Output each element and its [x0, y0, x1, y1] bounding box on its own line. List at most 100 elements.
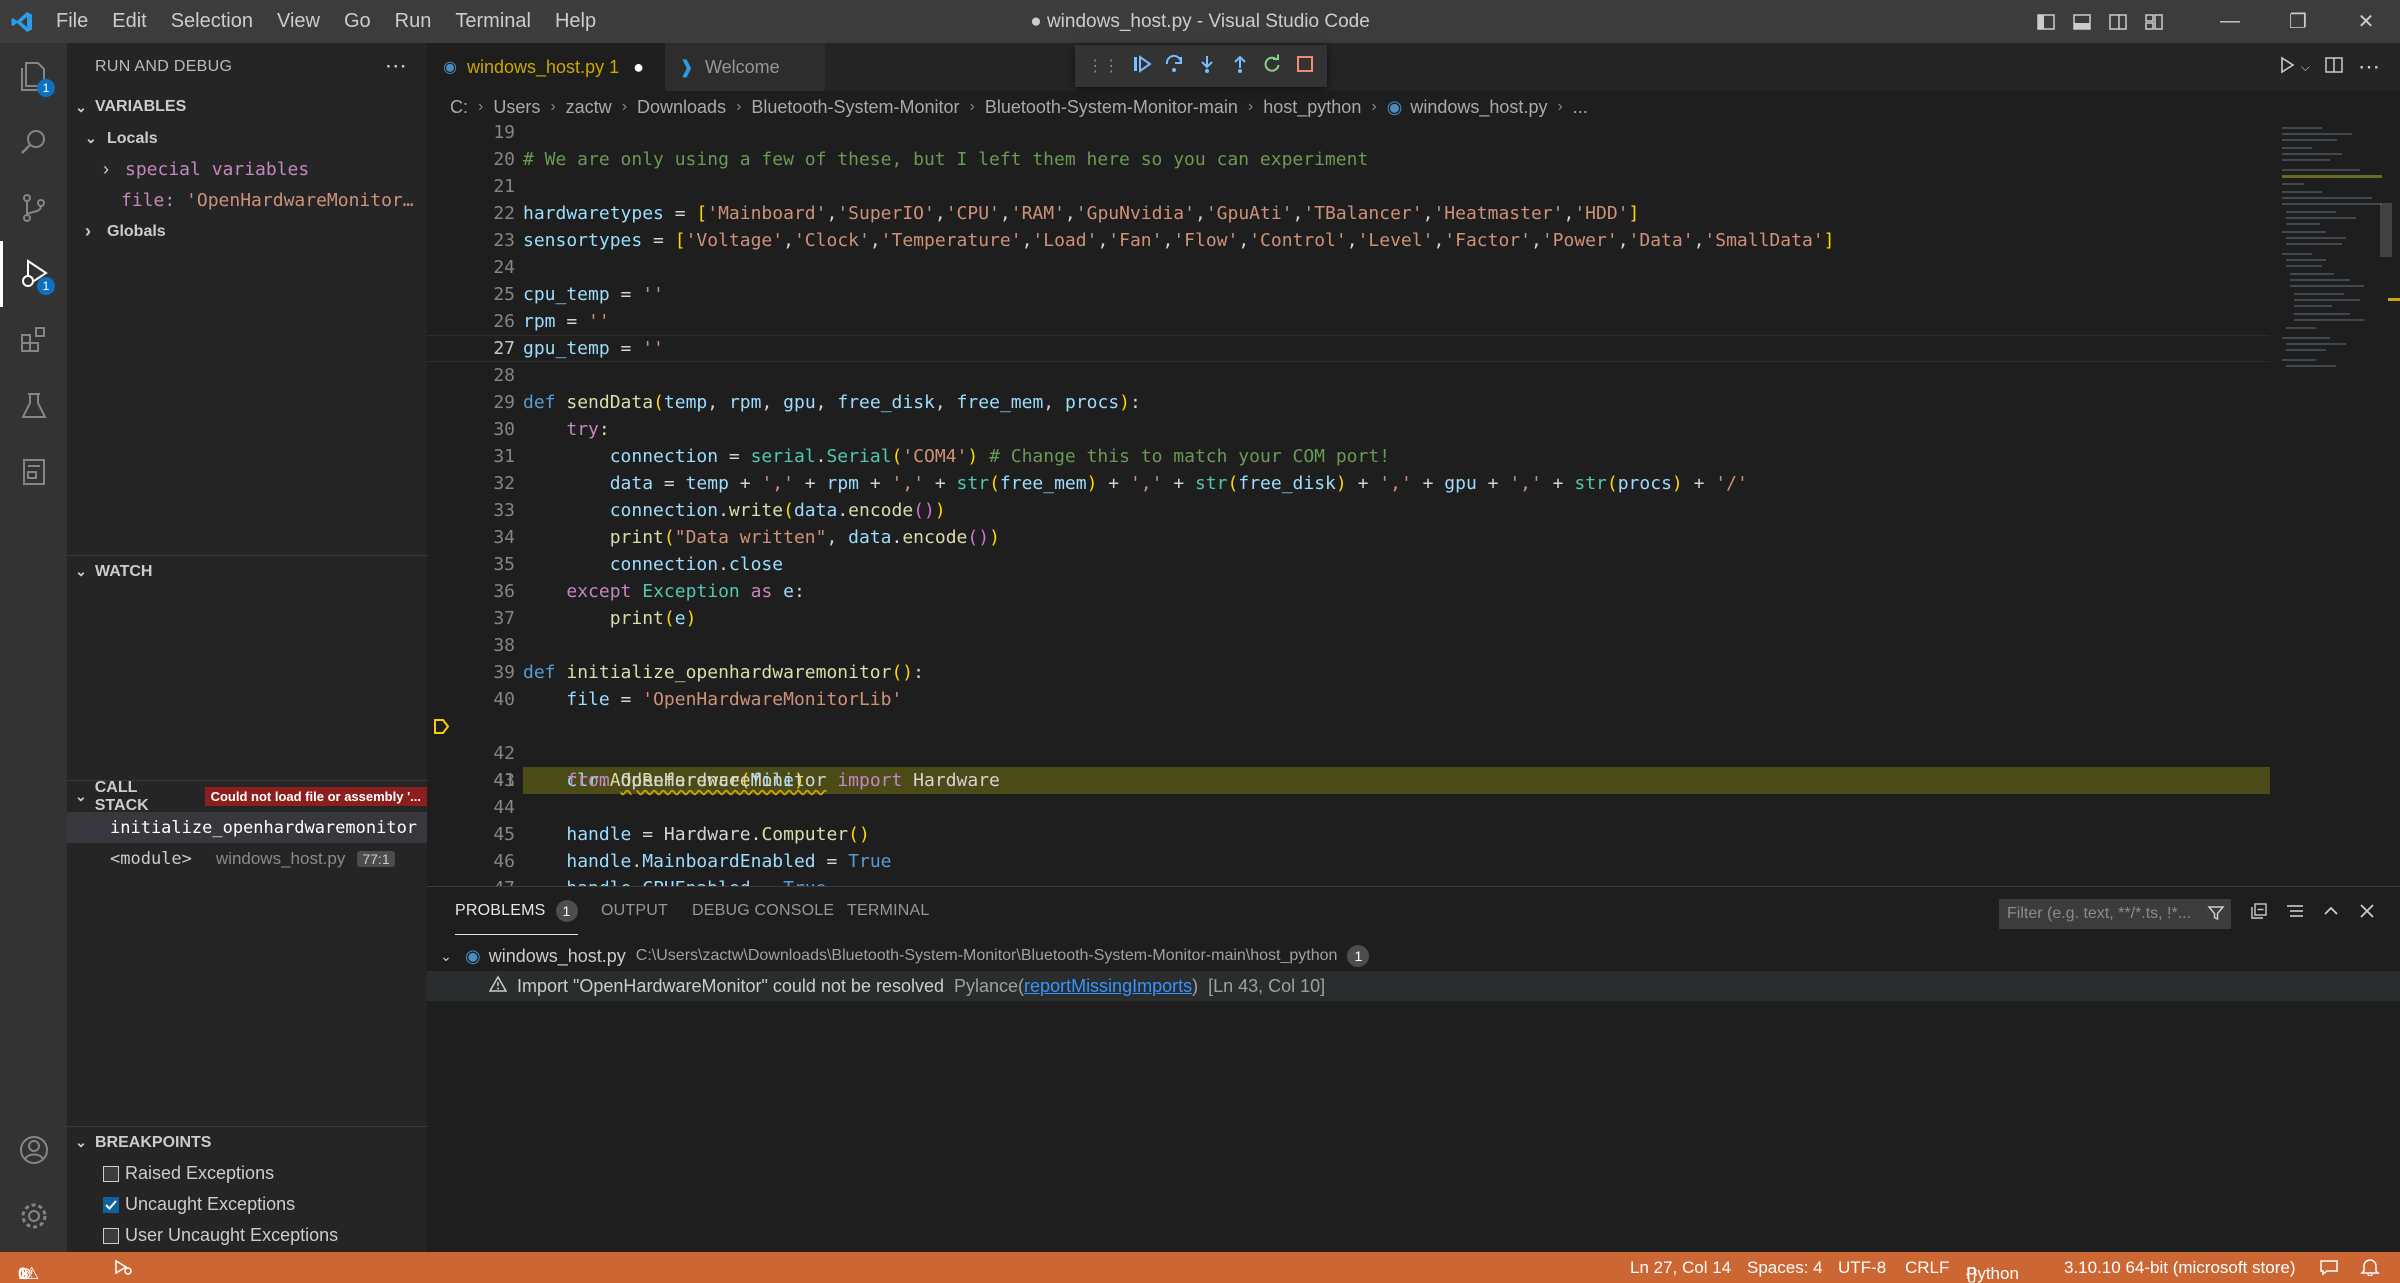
- breadcrumb-item[interactable]: C:: [450, 97, 468, 118]
- run-file-icon[interactable]: [2277, 55, 2297, 80]
- minimap[interactable]: [2270, 123, 2400, 886]
- tab-terminal[interactable]: TERMINAL: [847, 887, 930, 935]
- maximize-panel-icon[interactable]: [2321, 901, 2341, 926]
- problems-filter-input[interactable]: Filter (e.g. text, **/*.ts, !*...: [1999, 899, 2231, 929]
- chevron-down-icon: ⌄: [75, 98, 87, 115]
- menu-help[interactable]: Help: [543, 10, 608, 33]
- problems-file-row[interactable]: ⌄ ◉ windows_host.py C:\Users\zactw\Downl…: [427, 941, 2400, 971]
- restart-icon[interactable]: [1262, 54, 1282, 79]
- accounts-icon[interactable]: [0, 1117, 67, 1183]
- code-line: 47 handle.CPUEnabled = True: [427, 875, 2270, 886]
- tab-output[interactable]: OUTPUT: [601, 887, 668, 935]
- run-and-debug-icon[interactable]: 1: [0, 241, 67, 307]
- toggle-panel-icon[interactable]: [2064, 0, 2100, 43]
- tab-welcome[interactable]: ❱ Welcome: [665, 43, 825, 91]
- variable-file[interactable]: file: 'OpenHardwareMonitorLib': [67, 185, 422, 216]
- stop-icon[interactable]: [1295, 54, 1315, 79]
- problem-code-link[interactable]: reportMissingImports: [1024, 976, 1192, 997]
- split-editor-icon[interactable]: [2324, 55, 2344, 80]
- breakpoints-section-header[interactable]: ⌄ BREAKPOINTS: [67, 1126, 427, 1158]
- breadcrumb-item[interactable]: ...: [1573, 97, 1588, 118]
- search-icon[interactable]: [0, 109, 67, 175]
- more-actions-icon[interactable]: ⋯: [2358, 54, 2380, 80]
- breakpoints-title: BREAKPOINTS: [95, 1133, 212, 1151]
- menu-run[interactable]: Run: [383, 10, 444, 33]
- testing-icon[interactable]: [0, 373, 67, 439]
- breadcrumb-item[interactable]: Users: [493, 97, 540, 118]
- debug-badge: 1: [37, 277, 55, 295]
- call-stack-frame[interactable]: <module> windows_host.py 77:1: [67, 843, 427, 874]
- chevron-right-icon: ›: [736, 98, 742, 115]
- debug-toolbar: ⋮⋮: [1075, 45, 1327, 87]
- call-stack-frame[interactable]: initialize_openhardwaremonitor: [67, 812, 427, 843]
- chevron-down-icon[interactable]: ⌵: [2301, 60, 2310, 75]
- problem-row[interactable]: Import "OpenHardwareMonitor" could not b…: [427, 971, 2400, 1001]
- notifications-bell-icon[interactable]: [2360, 1258, 2380, 1281]
- view-as-tree-icon[interactable]: [2285, 901, 2305, 926]
- code-line-current: 27 gpu_temp = '': [427, 335, 2270, 362]
- code-line: 33 connection.write(data.encode()): [427, 497, 2270, 524]
- more-actions-icon[interactable]: ⋯: [385, 53, 407, 79]
- line-number: 35: [493, 554, 515, 575]
- collapse-all-icon[interactable]: [2249, 901, 2269, 926]
- breakpoint-uncaught-exceptions[interactable]: Uncaught Exceptions: [67, 1189, 427, 1220]
- breakpoint-raised-exceptions[interactable]: Raised Exceptions: [67, 1158, 427, 1189]
- continue-icon[interactable]: [1132, 54, 1152, 79]
- menu-terminal[interactable]: Terminal: [443, 10, 543, 33]
- feedback-icon[interactable]: [2318, 1258, 2340, 1281]
- step-out-icon[interactable]: [1230, 54, 1250, 79]
- breadcrumb-item[interactable]: Bluetooth-System-Monitor-main: [985, 97, 1238, 118]
- debug-status-icon[interactable]: [112, 1258, 134, 1281]
- remote-explorer-icon[interactable]: [0, 439, 67, 505]
- menu-view[interactable]: View: [265, 10, 332, 33]
- minimize-window-button[interactable]: —: [2196, 0, 2264, 43]
- code-editor[interactable]: 19 20 # We are only using a few of these,…: [427, 123, 2270, 886]
- extensions-icon[interactable]: [0, 307, 67, 373]
- special-variables-item[interactable]: › special variables: [67, 154, 427, 185]
- checkbox[interactable]: [103, 1165, 119, 1182]
- encoding[interactable]: UTF-8: [1838, 1258, 1886, 1278]
- tab-problems[interactable]: PROBLEMS 1: [455, 887, 578, 935]
- manage-gear-icon[interactable]: [0, 1183, 67, 1249]
- globals-scope[interactable]: › Globals: [67, 216, 427, 247]
- customize-layout-icon[interactable]: [2136, 0, 2172, 43]
- breakpoint-user-uncaught-exceptions[interactable]: User Uncaught Exceptions: [67, 1220, 427, 1251]
- indentation[interactable]: Spaces: 4: [1747, 1258, 1823, 1278]
- end-of-line[interactable]: CRLF: [1905, 1258, 1949, 1278]
- menu-selection[interactable]: Selection: [159, 10, 265, 33]
- menu-go[interactable]: Go: [332, 10, 383, 33]
- line-number: 39: [493, 662, 515, 683]
- step-into-icon[interactable]: [1197, 54, 1217, 79]
- breadcrumb-item[interactable]: Bluetooth-System-Monitor: [751, 97, 959, 118]
- tab-windows-host[interactable]: ◉ windows_host.py 1 ●: [427, 43, 665, 91]
- close-panel-icon[interactable]: [2357, 901, 2377, 926]
- code-line: 36 except Exception as e:: [427, 578, 2270, 605]
- checkbox[interactable]: [103, 1227, 119, 1244]
- toggle-secondary-sidebar-icon[interactable]: [2100, 0, 2136, 43]
- breadcrumb-item[interactable]: Downloads: [637, 97, 726, 118]
- cursor-position[interactable]: Ln 27, Col 14: [1630, 1258, 1731, 1278]
- call-stack-section-header[interactable]: ⌄ CALL STACK Could not load file or asse…: [67, 779, 427, 814]
- menu-file[interactable]: File: [44, 10, 100, 33]
- breadcrumb-item[interactable]: zactw: [566, 97, 612, 118]
- filter-icon[interactable]: [2207, 904, 2225, 927]
- watch-section-header[interactable]: ⌄ WATCH: [67, 555, 427, 587]
- problem-file-name: windows_host.py: [488, 945, 626, 966]
- variables-section-header[interactable]: ⌄ VARIABLES: [67, 91, 427, 123]
- breadcrumb-item[interactable]: windows_host.py: [1410, 97, 1547, 118]
- breakpoint-label: Raised Exceptions: [125, 1163, 275, 1183]
- code-line: 28: [427, 362, 2270, 389]
- drag-handle-icon[interactable]: ⋮⋮: [1087, 56, 1119, 76]
- step-over-icon[interactable]: [1164, 54, 1184, 79]
- toggle-primary-sidebar-icon[interactable]: [2028, 0, 2064, 43]
- locals-scope[interactable]: ⌄ Locals: [67, 123, 427, 154]
- tab-debug-console[interactable]: DEBUG CONSOLE: [692, 887, 834, 935]
- breadcrumb-item[interactable]: host_python: [1263, 97, 1361, 118]
- source-control-icon[interactable]: [0, 175, 67, 241]
- python-interpreter[interactable]: 3.10.10 64-bit (microsoft store): [2064, 1258, 2295, 1278]
- menu-edit[interactable]: Edit: [100, 10, 158, 33]
- restore-window-button[interactable]: ❐: [2264, 0, 2332, 43]
- checkbox-checked[interactable]: [103, 1196, 119, 1213]
- close-window-button[interactable]: ✕: [2332, 0, 2400, 43]
- explorer-icon[interactable]: 1: [0, 43, 67, 109]
